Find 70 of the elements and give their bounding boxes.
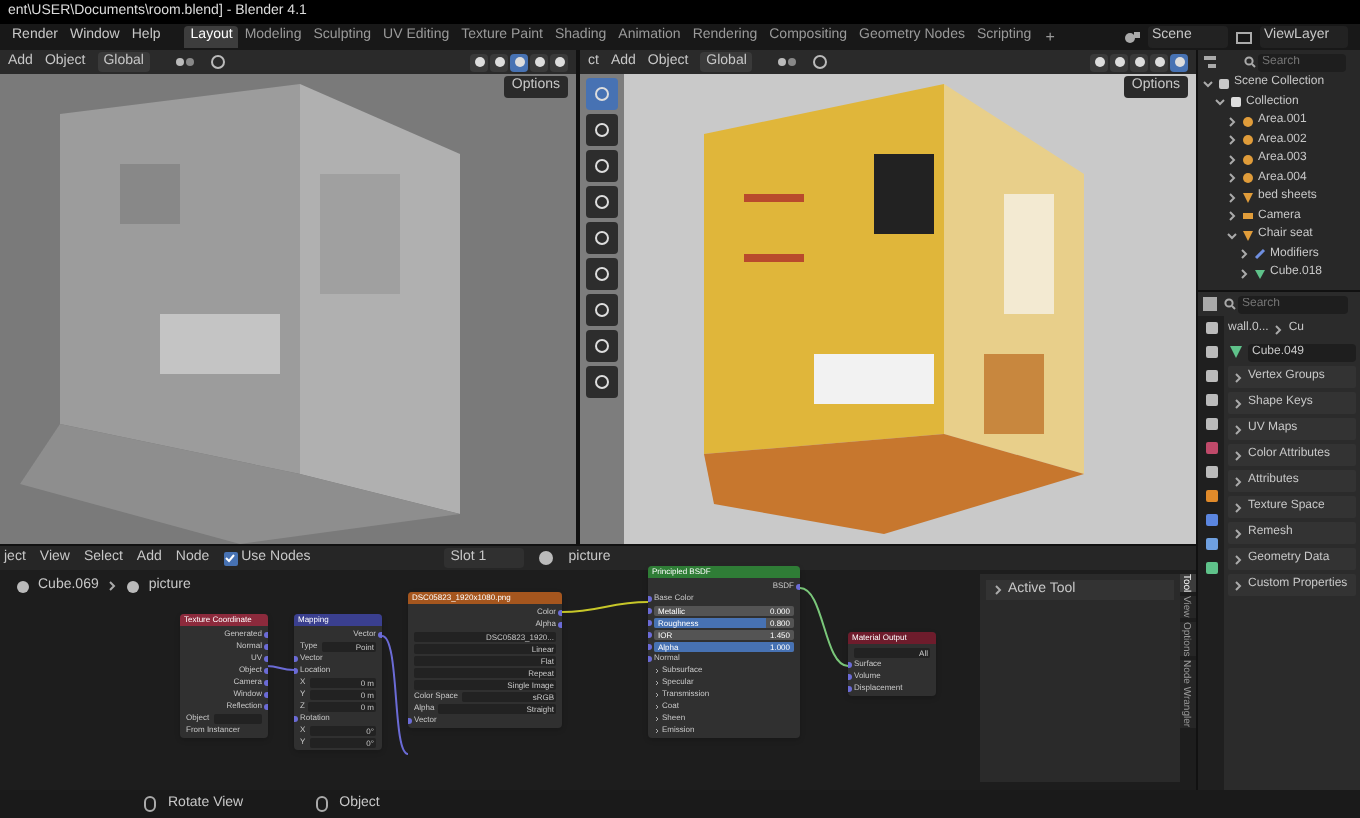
proportional-edit-icon[interactable] — [812, 54, 829, 70]
search-icon — [1224, 298, 1236, 310]
chevron-right-icon[interactable] — [1238, 267, 1250, 280]
scene-icon[interactable] — [1124, 29, 1140, 45]
chevron-right-icon[interactable] — [1226, 210, 1238, 223]
tool-button[interactable] — [586, 330, 618, 362]
object-icon — [1242, 229, 1254, 242]
tool-button[interactable] — [586, 222, 618, 254]
shading-mode-button[interactable] — [550, 53, 568, 71]
light-icon — [1242, 172, 1254, 185]
display-mode-icon[interactable] — [1202, 54, 1218, 70]
tool-button[interactable] — [586, 186, 618, 218]
chevron-right-icon[interactable] — [1226, 115, 1238, 128]
light-icon — [1242, 153, 1254, 166]
mouse-icon — [315, 796, 328, 812]
shading-mode-button[interactable] — [510, 53, 528, 71]
chevron-right-icon[interactable] — [1238, 248, 1250, 261]
material-icon[interactable] — [538, 550, 555, 566]
view-layer-icon[interactable] — [1236, 29, 1252, 45]
snap-icon[interactable] — [776, 54, 801, 70]
chevron-right-icon[interactable] — [1226, 191, 1238, 204]
chevron-right-icon[interactable] — [106, 580, 119, 593]
shading-mode-button[interactable] — [1170, 53, 1188, 71]
chevron-right-icon[interactable] — [1226, 172, 1238, 185]
chevron-right-icon[interactable] — [1226, 134, 1238, 147]
modifier-icon — [1254, 248, 1266, 261]
datablock-icon — [126, 579, 141, 594]
chevron-right-icon[interactable] — [1232, 553, 1244, 565]
chevron-right-icon[interactable] — [1272, 323, 1285, 335]
tool-button[interactable] — [586, 366, 618, 398]
shading-mode-button[interactable] — [490, 53, 508, 71]
collection-icon — [1230, 96, 1242, 109]
scene-icon — [1218, 77, 1230, 90]
shading-mode-button[interactable] — [530, 53, 548, 71]
chevron-right-icon[interactable] — [1232, 475, 1244, 487]
chevron-down-icon[interactable] — [1226, 229, 1238, 242]
tool-button[interactable] — [586, 294, 618, 326]
shading-mode-button[interactable] — [1090, 53, 1108, 71]
chevron-right-icon[interactable] — [1232, 371, 1244, 383]
shading-mode-button[interactable] — [470, 53, 488, 71]
tool-button[interactable] — [586, 114, 618, 146]
mesh-icon — [1254, 267, 1266, 280]
proportional-edit-icon[interactable] — [209, 54, 226, 70]
checkmark-icon — [224, 552, 237, 564]
chevron-right-icon[interactable] — [992, 584, 1004, 596]
datablock-icon — [16, 579, 30, 594]
chevron-down-icon[interactable] — [1214, 96, 1226, 109]
shading-mode-button[interactable] — [1110, 53, 1128, 71]
tool-button[interactable] — [586, 150, 618, 182]
mouse-icon — [144, 796, 156, 812]
chevron-right-icon[interactable] — [1226, 153, 1238, 166]
chevron-right-icon[interactable] — [1232, 423, 1244, 435]
editor-type-icon[interactable] — [1202, 296, 1218, 312]
search-icon — [1244, 56, 1256, 68]
chevron-down-icon[interactable] — [1202, 77, 1214, 90]
object-icon — [1242, 191, 1254, 204]
shading-mode-button[interactable] — [1150, 53, 1168, 71]
snap-icon[interactable] — [173, 54, 198, 70]
chevron-right-icon[interactable] — [1232, 449, 1244, 461]
add-workspace-button[interactable]: + — [1037, 25, 1063, 49]
light-icon — [1242, 134, 1254, 147]
mesh-data-icon[interactable] — [1228, 344, 1244, 360]
shading-mode-button[interactable] — [1130, 53, 1148, 71]
chevron-right-icon[interactable] — [1232, 579, 1244, 591]
chevron-right-icon[interactable] — [1232, 501, 1244, 513]
tool-button[interactable] — [586, 258, 618, 290]
value-field[interactable] — [213, 713, 262, 723]
chevron-right-icon[interactable] — [1232, 397, 1244, 409]
chevron-right-icon[interactable] — [1232, 527, 1244, 539]
light-icon — [1242, 115, 1254, 128]
